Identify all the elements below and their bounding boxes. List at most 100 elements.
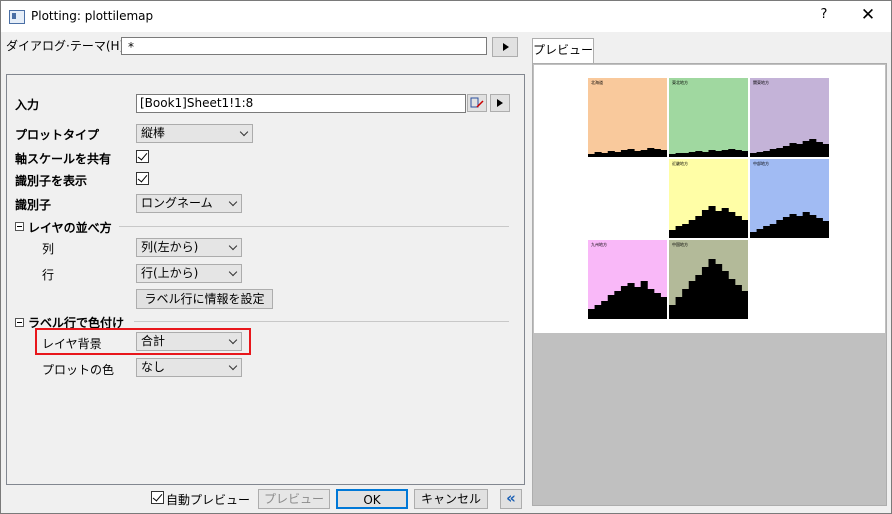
tile-bar bbox=[695, 151, 703, 157]
tile-bar bbox=[756, 229, 764, 238]
tile-label: 関東地方 bbox=[753, 80, 769, 85]
preview-canvas: 北海道 東北地方 関東地方 近畿地方 中部地方 九州地方 中国地方 bbox=[534, 65, 885, 333]
tile-label: 中国地方 bbox=[672, 242, 688, 247]
tile-bar bbox=[588, 309, 596, 319]
row-order-select[interactable]: 行(上から) bbox=[136, 264, 242, 283]
tile-label: 中部地方 bbox=[753, 161, 769, 166]
tile-bar bbox=[695, 216, 703, 238]
tile-bars bbox=[750, 212, 829, 238]
dialog-window: Plotting: plottilemap ? ✕ ダイアログ·テーマ(H) *… bbox=[0, 0, 892, 514]
check-icon bbox=[152, 491, 163, 502]
preview-button[interactable]: プレビュー bbox=[258, 489, 330, 509]
tile-bar bbox=[647, 289, 655, 319]
tile-label: 北海道 bbox=[591, 80, 603, 85]
plot-type-value: 縦棒 bbox=[141, 126, 166, 140]
close-button[interactable]: ✕ bbox=[849, 5, 887, 29]
auto-preview-checkbox[interactable] bbox=[151, 491, 164, 504]
input-range-field[interactable]: [Book1]Sheet1!1:8 bbox=[136, 94, 466, 113]
tile-bar bbox=[701, 210, 709, 238]
collapse-panel-button[interactable]: « bbox=[500, 489, 522, 509]
chevron-down-icon bbox=[228, 361, 238, 371]
tile-bar bbox=[708, 259, 716, 319]
tile-bar bbox=[822, 221, 829, 238]
help-button[interactable]: ? bbox=[809, 7, 839, 27]
tile-bars bbox=[669, 206, 748, 238]
tile-bars bbox=[588, 281, 667, 319]
range-menu-button[interactable] bbox=[490, 94, 510, 112]
tile-bar bbox=[634, 287, 642, 319]
section-divider bbox=[134, 321, 509, 322]
preview-tile: 北海道 bbox=[588, 78, 667, 157]
tile-bar bbox=[675, 297, 683, 319]
tile-bar bbox=[756, 152, 764, 157]
tile-bar bbox=[607, 295, 615, 319]
theme-input[interactable]: * bbox=[121, 37, 487, 55]
preview-tile: 関東地方 bbox=[750, 78, 829, 157]
tile-bar bbox=[669, 230, 677, 238]
tile-bar bbox=[715, 151, 723, 157]
check-icon bbox=[137, 150, 148, 161]
tile-bar bbox=[594, 305, 602, 319]
tile-bar bbox=[682, 289, 690, 319]
show-identifier-checkbox[interactable] bbox=[136, 172, 149, 185]
tile-bar bbox=[701, 267, 709, 319]
tile-bar bbox=[682, 153, 690, 157]
tile-bar bbox=[721, 208, 729, 238]
plot-type-select[interactable]: 縦棒 bbox=[136, 124, 253, 143]
identifier-select[interactable]: ロングネーム bbox=[136, 194, 242, 213]
tile-bar bbox=[721, 271, 729, 319]
share-axis-checkbox[interactable] bbox=[136, 150, 149, 163]
app-icon bbox=[9, 10, 25, 24]
tile-bar bbox=[734, 216, 742, 238]
tile-bar bbox=[796, 144, 804, 157]
tile-bar bbox=[741, 220, 748, 238]
title-bar: Plotting: plottilemap ? ✕ bbox=[1, 1, 891, 32]
tile-bar bbox=[614, 291, 622, 319]
collapse-layer-order-icon[interactable] bbox=[15, 222, 24, 231]
tile-bar bbox=[734, 285, 742, 319]
tile-bar bbox=[688, 152, 696, 157]
layer-bg-select[interactable]: 合計 bbox=[136, 332, 242, 351]
collapse-color-by-label-icon[interactable] bbox=[15, 318, 24, 327]
tile-bar bbox=[627, 283, 635, 319]
theme-label: ダイアログ·テーマ(H) bbox=[6, 39, 125, 53]
preview-area: 北海道 東北地方 関東地方 近畿地方 中部地方 九州地方 中国地方 bbox=[532, 63, 887, 506]
tile-bar bbox=[688, 281, 696, 319]
tile-bar bbox=[763, 151, 771, 157]
tile-bar bbox=[750, 153, 758, 157]
row-label: 行 bbox=[42, 268, 55, 282]
column-order-select[interactable]: 列(左から) bbox=[136, 238, 242, 257]
range-select-icon bbox=[470, 97, 484, 108]
tab-preview[interactable]: プレビュー bbox=[532, 38, 594, 64]
tile-label: 九州地方 bbox=[591, 242, 607, 247]
cancel-button[interactable]: キャンセル bbox=[414, 489, 488, 509]
plot-color-select[interactable]: なし bbox=[136, 358, 242, 377]
set-label-info-button[interactable]: ラベル行に情報を設定 bbox=[136, 289, 273, 309]
tile-bar bbox=[601, 153, 609, 157]
tile-bar bbox=[708, 150, 716, 157]
layer-order-section-title: レイヤの並べ方 bbox=[28, 221, 112, 235]
tile-bar bbox=[640, 281, 648, 319]
auto-preview-label: 自動プレビュー bbox=[166, 493, 251, 507]
theme-menu-button[interactable] bbox=[492, 37, 518, 57]
tile-bars bbox=[669, 149, 748, 157]
chevron-down-icon bbox=[239, 127, 249, 137]
tile-bar bbox=[721, 150, 729, 157]
tile-bar bbox=[734, 150, 742, 157]
chevron-down-icon bbox=[228, 267, 238, 277]
tile-bar bbox=[815, 142, 823, 157]
tile-bar bbox=[647, 148, 655, 157]
window-title: Plotting: plottilemap bbox=[31, 9, 154, 23]
tile-bar bbox=[728, 212, 736, 238]
tile-bar bbox=[715, 211, 723, 238]
column-order-value: 列(左から) bbox=[141, 240, 199, 254]
play-arrow-icon bbox=[497, 99, 503, 107]
tile-bar bbox=[682, 224, 690, 238]
tile-bar bbox=[789, 214, 797, 238]
ok-button[interactable]: OK bbox=[336, 489, 408, 509]
tile-bar bbox=[669, 154, 677, 157]
identifier-label: 識別子 bbox=[15, 198, 52, 212]
preview-tile: 中部地方 bbox=[750, 159, 829, 238]
tile-bar bbox=[815, 218, 823, 238]
range-select-button[interactable] bbox=[467, 94, 487, 112]
